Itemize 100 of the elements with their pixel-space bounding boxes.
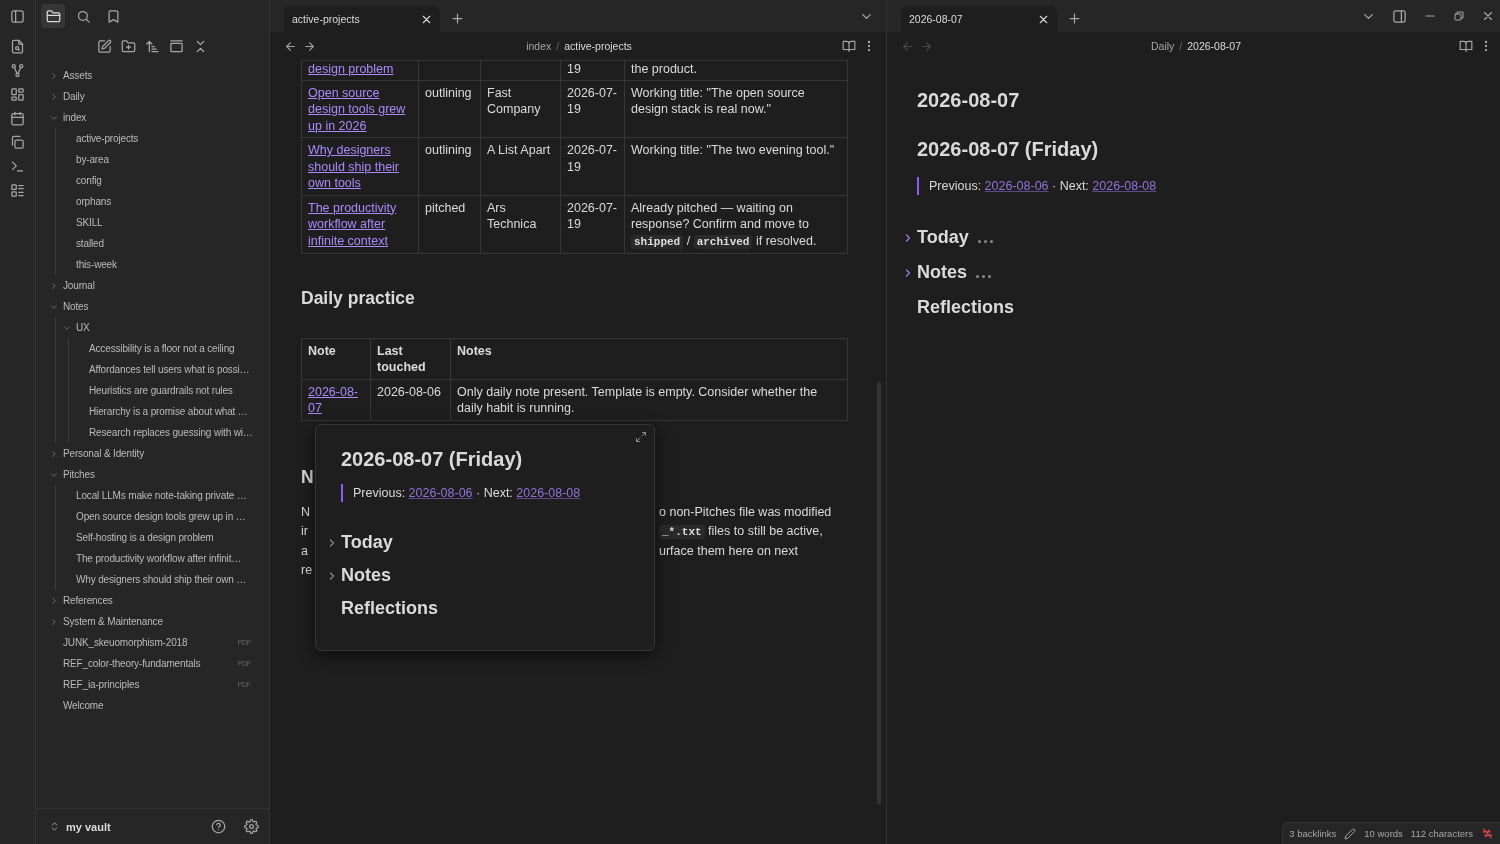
- note-link[interactable]: 2026-08-06: [984, 179, 1049, 193]
- file-item[interactable]: Affordances tell users what is possi…: [89, 364, 250, 375]
- note-link[interactable]: 2026-08-07: [308, 383, 364, 417]
- vault-name[interactable]: my vault: [66, 820, 205, 833]
- file-item[interactable]: by-area: [76, 154, 109, 165]
- section-heading: Daily practice: [301, 290, 416, 307]
- file-item[interactable]: Accessibility is a floor not a ceiling: [89, 343, 235, 354]
- new-tab-icon[interactable]: [1067, 11, 1082, 26]
- file-item[interactable]: config: [76, 175, 102, 186]
- note-link[interactable]: Open source design tools grew up in 2026: [308, 84, 412, 134]
- new-note-icon[interactable]: [97, 39, 112, 54]
- folder-item[interactable]: References: [36, 590, 269, 611]
- note-link[interactable]: The productivity workflow after infinite context: [308, 199, 412, 249]
- expand-icon[interactable]: [635, 431, 647, 443]
- table-cell: Working title: "The two evening tool.": [624, 137, 848, 195]
- folder-item[interactable]: Pitches: [36, 464, 269, 485]
- sort-icon[interactable]: [145, 39, 160, 54]
- breadcrumb-item[interactable]: active-projects: [564, 40, 632, 52]
- folder-item[interactable]: Daily: [36, 86, 269, 107]
- breadcrumb-item[interactable]: 2026-08-07: [1187, 40, 1241, 52]
- file-item[interactable]: The productivity workflow after infinit…: [76, 553, 242, 564]
- file-item[interactable]: Research replaces guessing with wi…: [89, 427, 253, 438]
- note-link[interactable]: 2026-08-08: [516, 486, 581, 500]
- settings-icon[interactable]: [244, 819, 259, 834]
- file-item[interactable]: stalled: [76, 238, 104, 249]
- file-item[interactable]: Self-hosting is a design problem: [76, 532, 214, 543]
- grid-icon[interactable]: [10, 87, 25, 102]
- table-cell: the product.: [624, 60, 848, 80]
- section-heading[interactable]: Today: [902, 227, 993, 248]
- file-search-icon[interactable]: [10, 39, 25, 54]
- file-item[interactable]: JUNK_skeuomorphism-2018: [63, 637, 188, 648]
- note-tab[interactable]: active-projects: [284, 6, 440, 32]
- reveal-icon[interactable]: [169, 39, 184, 54]
- note-title: 2026-08-07 (Friday): [341, 448, 524, 471]
- sidebar-toggle-icon[interactable]: [10, 8, 25, 24]
- section-heading[interactable]: Notes: [326, 565, 391, 586]
- forward-arrow-icon[interactable]: [303, 39, 316, 53]
- file-item[interactable]: active-projects: [76, 133, 139, 144]
- close-icon[interactable]: [1481, 9, 1495, 23]
- file-item[interactable]: REF_ia-principles: [63, 679, 140, 690]
- back-arrow-icon[interactable]: [284, 39, 297, 53]
- sync-error-icon[interactable]: [1481, 827, 1494, 840]
- table-cell: 2026-07-19: [560, 80, 625, 138]
- folder-item[interactable]: Assets: [36, 65, 269, 86]
- calendar-icon[interactable]: [10, 111, 25, 126]
- vault-switcher-icon[interactable]: [49, 821, 60, 832]
- breadcrumb-item[interactable]: index: [526, 40, 552, 52]
- section-heading: Reflections: [341, 598, 439, 619]
- terminal-icon[interactable]: [10, 159, 25, 174]
- note-link[interactable]: design problem: [308, 61, 412, 78]
- note-tab[interactable]: 2026-08-07: [901, 6, 1057, 32]
- folder-item[interactable]: System & Maintenance: [36, 611, 269, 632]
- note-title: 2026-08-07: [917, 89, 1021, 112]
- note-link[interactable]: 2026-08-08: [1092, 179, 1157, 193]
- file-item[interactable]: Why designers should ship their own …: [76, 574, 247, 585]
- column-header: Last touched: [370, 338, 451, 379]
- graph-icon[interactable]: [10, 63, 25, 78]
- file-item[interactable]: Open source design tools grew up in …: [76, 511, 246, 522]
- file-item[interactable]: this-week: [76, 259, 117, 270]
- section-heading: Reflections: [917, 297, 1015, 318]
- backlinks-count[interactable]: 3 backlinks: [1289, 828, 1337, 839]
- folder-item[interactable]: Journal: [36, 275, 269, 296]
- search-icon: [75, 8, 91, 24]
- table-cell: Ars Technica: [480, 195, 561, 254]
- files-tab[interactable]: [41, 4, 65, 28]
- table-cell: outlining: [418, 80, 481, 138]
- new-tab-icon[interactable]: [450, 11, 465, 26]
- list-icon[interactable]: [10, 183, 25, 198]
- file-item[interactable]: SKILL: [76, 217, 103, 228]
- reading-view-icon[interactable]: [842, 39, 856, 53]
- note-link[interactable]: 2026-08-06: [408, 486, 473, 500]
- folder-item[interactable]: UX: [36, 317, 269, 338]
- new-folder-icon[interactable]: [121, 39, 136, 54]
- folder-item[interactable]: index: [36, 107, 269, 128]
- breadcrumb-item[interactable]: Daily: [1151, 40, 1175, 52]
- breadcrumb-separator: /: [556, 40, 560, 52]
- text-fragment: _*.txt files to still be active,: [659, 522, 823, 542]
- file-item[interactable]: Local LLMs make note-taking private …: [76, 490, 247, 501]
- table-cell: 2026-08-06: [370, 379, 451, 420]
- pencil-icon[interactable]: [1344, 827, 1357, 840]
- section-heading[interactable]: Notes: [902, 262, 991, 283]
- section-heading[interactable]: Today: [326, 532, 393, 553]
- note-link[interactable]: Why designers should ship their own tools: [308, 142, 412, 192]
- file-item[interactable]: Welcome: [63, 700, 104, 711]
- file-item[interactable]: Hierarchy is a promise about what …: [89, 406, 248, 417]
- restore-icon[interactable]: [1453, 10, 1465, 22]
- right-sidebar-toggle-icon[interactable]: [1392, 8, 1407, 24]
- reading-view-icon[interactable]: [1459, 39, 1473, 53]
- text-fragment: urface them here on next: [659, 543, 798, 560]
- file-item[interactable]: REF_color-theory-fundamentals: [63, 658, 201, 669]
- folder-item[interactable]: Personal & Identity: [36, 443, 269, 464]
- file-item[interactable]: Heuristics are guardrails not rules: [89, 385, 233, 396]
- text-fragment: N: [301, 504, 311, 521]
- copy-icon[interactable]: [10, 135, 25, 150]
- table-cell: outlining: [418, 137, 481, 195]
- breadcrumb-separator: /: [1179, 40, 1183, 52]
- character-count: 112 characters: [1410, 828, 1473, 839]
- folder-item[interactable]: Notes: [36, 296, 269, 317]
- help-icon[interactable]: [211, 819, 226, 834]
- file-item[interactable]: orphans: [76, 196, 112, 207]
